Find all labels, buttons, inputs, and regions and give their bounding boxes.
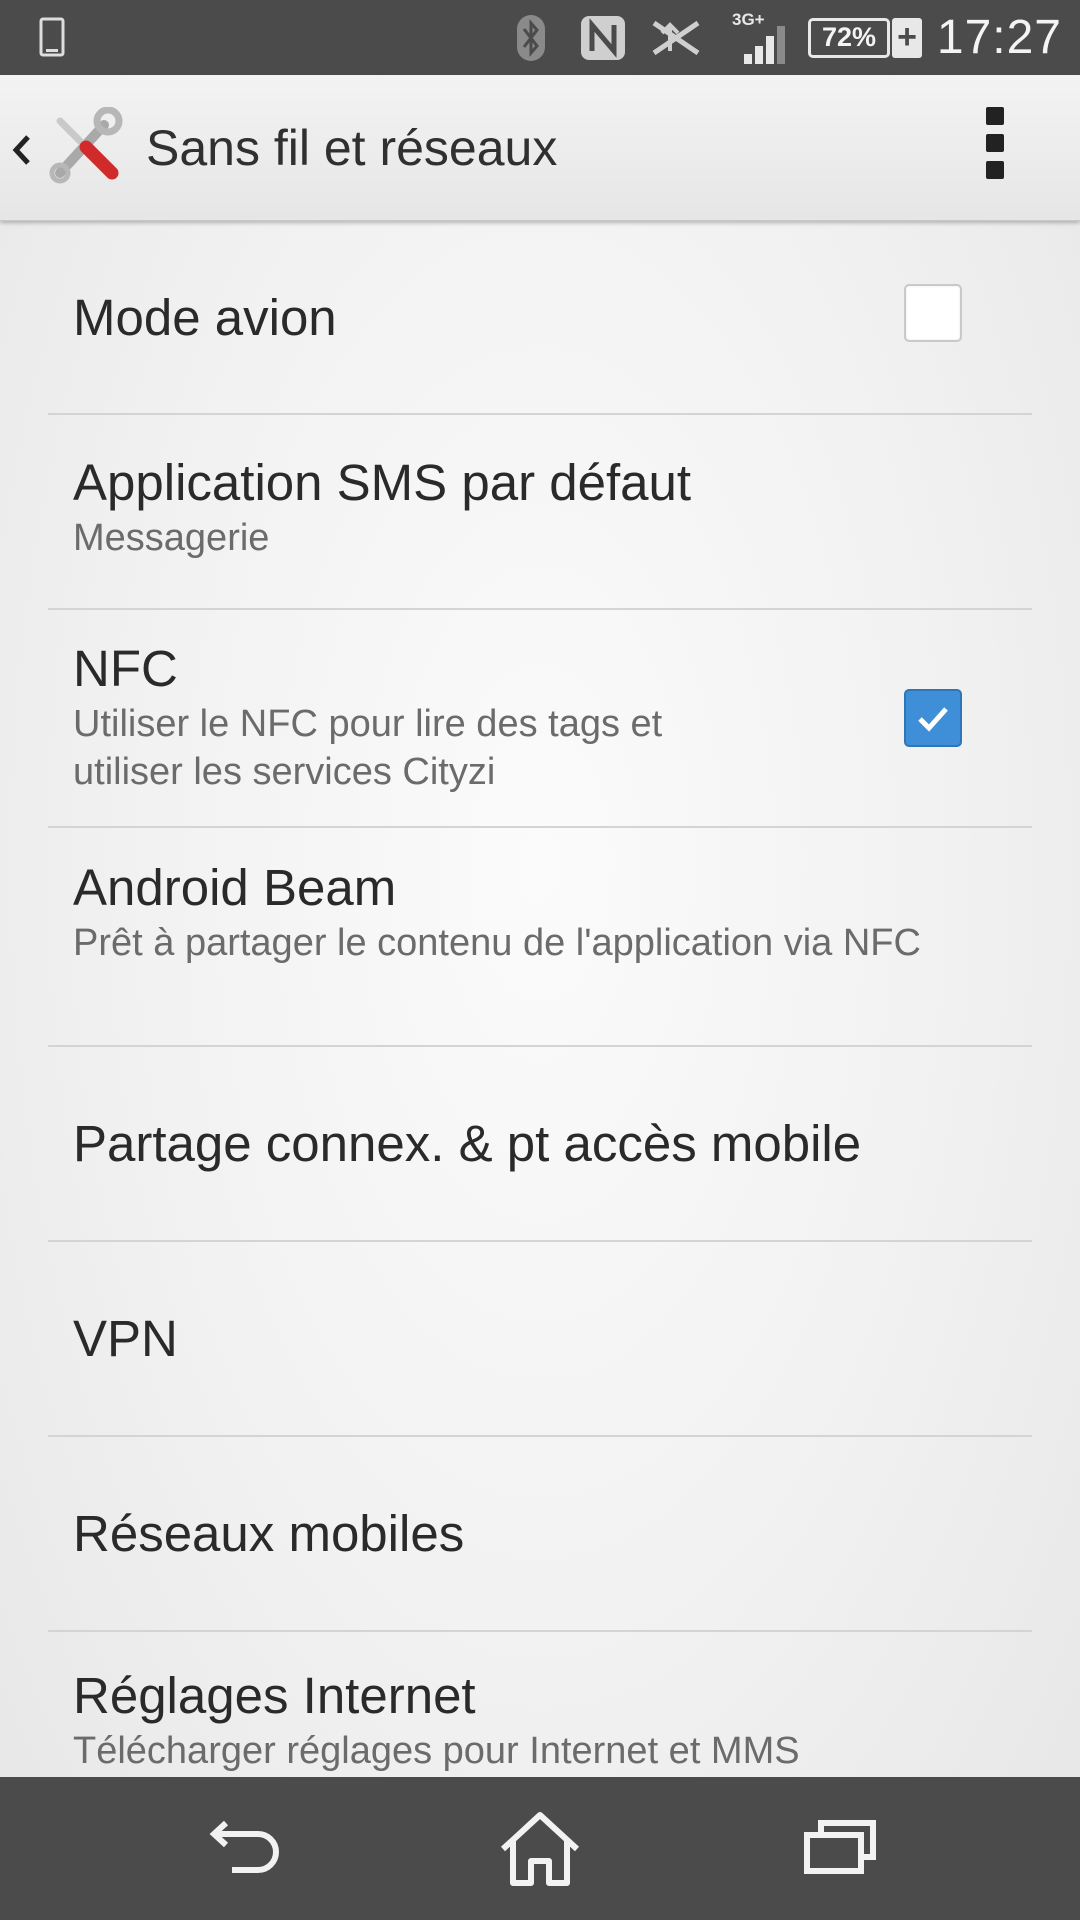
recents-icon[interactable]	[785, 1799, 895, 1899]
navigation-bar	[0, 1777, 1080, 1920]
airplane-mode-item[interactable]: Mode avion	[48, 221, 1032, 415]
battery-percent: 72%	[821, 22, 877, 52]
vpn-item[interactable]: VPN	[48, 1242, 1032, 1437]
nfc-summary: Utiliser le NFC pour lire des tags et ut…	[73, 703, 663, 793]
internet-settings-item[interactable]: Réglages Internet Télécharger réglages p…	[48, 1632, 1032, 1777]
overflow-menu-icon[interactable]	[975, 107, 1015, 187]
tethering-hotspot-item[interactable]: Partage connex. & pt accès mobile	[48, 1047, 1032, 1242]
nfc-icon	[578, 0, 628, 75]
data-transfer-icon	[648, 0, 704, 75]
mobile-networks-title: Réseaux mobiles	[73, 1505, 465, 1562]
status-time: 17:27	[936, 11, 1062, 64]
default-sms-app-summary: Messagerie	[73, 517, 270, 559]
android-beam-item[interactable]: Android Beam Prêt à partager le contenu …	[48, 828, 1032, 1047]
page-title: Sans fil et réseaux	[146, 119, 558, 176]
settings-list: Mode avion Application SMS par défaut Me…	[0, 221, 1080, 1777]
nfc-title: NFC	[73, 640, 178, 697]
phone-icon	[38, 0, 68, 75]
tethering-hotspot-title: Partage connex. & pt accès mobile	[73, 1115, 862, 1172]
default-sms-app-item[interactable]: Application SMS par défaut Messagerie	[48, 415, 1032, 610]
signal-icon: 3G+	[730, 0, 790, 75]
mobile-networks-item[interactable]: Réseaux mobiles	[48, 1437, 1032, 1632]
nfc-checkbox[interactable]	[904, 689, 962, 747]
battery-icon: 72%	[808, 0, 890, 75]
android-beam-summary: Prêt à partager le contenu de l'applicat…	[73, 922, 921, 964]
home-icon[interactable]	[485, 1799, 595, 1899]
airplane-mode-title: Mode avion	[73, 289, 337, 346]
up-navigation-icon[interactable]	[8, 115, 38, 185]
default-sms-app-title: Application SMS par défaut	[73, 454, 692, 511]
android-beam-title: Android Beam	[73, 859, 397, 916]
charging-icon: +	[892, 0, 922, 75]
bluetooth-icon	[515, 0, 547, 75]
settings-tools-icon[interactable]	[46, 106, 126, 187]
vpn-title: VPN	[73, 1310, 178, 1367]
action-bar: Sans fil et réseaux	[0, 75, 1080, 221]
status-bar: 3G+ 72% + 17:27	[0, 0, 1080, 75]
checkmark-icon	[918, 707, 948, 732]
airplane-mode-checkbox[interactable]	[904, 284, 962, 342]
internet-settings-summary: Télécharger réglages pour Internet et MM…	[73, 1730, 800, 1772]
internet-settings-title: Réglages Internet	[73, 1667, 476, 1724]
nfc-item[interactable]: NFC Utiliser le NFC pour lire des tags e…	[48, 610, 1032, 828]
back-icon[interactable]	[186, 1799, 296, 1899]
